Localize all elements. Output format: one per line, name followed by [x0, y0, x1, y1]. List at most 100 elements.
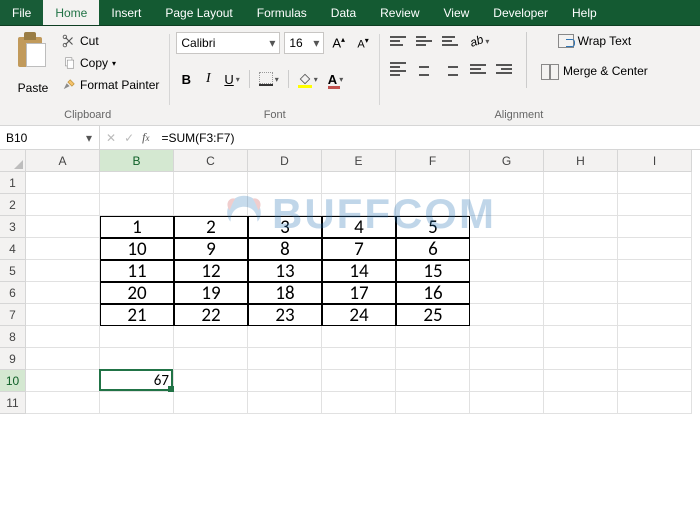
cell[interactable] — [618, 348, 692, 370]
cell[interactable] — [618, 370, 692, 392]
merge-center-button[interactable]: Merge & Center — [537, 60, 652, 82]
cell[interactable] — [100, 326, 174, 348]
tab-home[interactable]: Home — [43, 0, 99, 25]
row-header[interactable]: 2 — [0, 194, 26, 216]
decrease-indent-button[interactable] — [466, 58, 490, 80]
row-header[interactable]: 9 — [0, 348, 26, 370]
cell[interactable]: 22 — [174, 304, 248, 326]
cell[interactable] — [618, 172, 692, 194]
orientation-button[interactable]: ab ▾ — [466, 30, 493, 52]
cell[interactable]: 14 — [322, 260, 396, 282]
row-header[interactable]: 8 — [0, 326, 26, 348]
cell[interactable] — [174, 348, 248, 370]
tab-data[interactable]: Data — [319, 0, 368, 25]
row-header[interactable]: 11 — [0, 392, 26, 414]
cell[interactable] — [470, 282, 544, 304]
tab-help[interactable]: Help — [560, 0, 609, 25]
grow-font-button[interactable]: A▴ — [328, 32, 349, 54]
cell[interactable] — [470, 216, 544, 238]
cell[interactable] — [248, 392, 322, 414]
italic-button[interactable]: I — [198, 68, 218, 90]
formula-input[interactable] — [155, 126, 700, 149]
cell[interactable] — [544, 326, 618, 348]
cell[interactable] — [396, 392, 470, 414]
spreadsheet-grid[interactable]: ABCDEFGHI1231234541098765111213141562019… — [0, 150, 700, 414]
cell[interactable] — [322, 370, 396, 392]
cell[interactable] — [100, 194, 174, 216]
cell[interactable]: 16 — [396, 282, 470, 304]
cell[interactable] — [322, 172, 396, 194]
column-header[interactable]: C — [174, 150, 248, 172]
font-size-combo[interactable]: ▾ — [284, 32, 324, 54]
cell[interactable]: 13 — [248, 260, 322, 282]
cell[interactable]: 20 — [100, 282, 174, 304]
cell[interactable] — [322, 348, 396, 370]
cell[interactable] — [618, 282, 692, 304]
cell[interactable] — [618, 326, 692, 348]
tab-developer[interactable]: Developer — [481, 0, 560, 25]
cell[interactable] — [396, 194, 470, 216]
wrap-text-button[interactable]: Wrap Text — [537, 30, 652, 52]
row-header[interactable]: 3 — [0, 216, 26, 238]
cell[interactable]: 4 — [322, 216, 396, 238]
cell[interactable] — [26, 348, 100, 370]
align-center-button[interactable] — [412, 58, 436, 80]
cell[interactable] — [618, 194, 692, 216]
underline-button[interactable]: U ▾ — [220, 68, 243, 90]
cell[interactable] — [174, 194, 248, 216]
cell[interactable] — [322, 392, 396, 414]
cell[interactable] — [248, 172, 322, 194]
cell[interactable]: 25 — [396, 304, 470, 326]
tab-page-layout[interactable]: Page Layout — [153, 0, 244, 25]
column-header[interactable]: E — [322, 150, 396, 172]
cell[interactable] — [322, 194, 396, 216]
cell[interactable] — [544, 370, 618, 392]
cell[interactable] — [248, 326, 322, 348]
font-name-combo[interactable]: ▾ — [176, 32, 280, 54]
cell[interactable] — [100, 172, 174, 194]
cell[interactable]: 8 — [248, 238, 322, 260]
cell[interactable] — [544, 238, 618, 260]
cell[interactable]: 6 — [396, 238, 470, 260]
cell[interactable] — [26, 216, 100, 238]
cell[interactable]: 67 — [100, 370, 174, 392]
cell[interactable] — [618, 392, 692, 414]
select-all-corner[interactable] — [0, 150, 26, 172]
column-header[interactable]: A — [26, 150, 100, 172]
cell[interactable] — [174, 392, 248, 414]
cut-button[interactable]: Cut — [58, 30, 163, 52]
name-box-input[interactable] — [0, 131, 82, 145]
cell[interactable] — [544, 172, 618, 194]
cell[interactable] — [544, 260, 618, 282]
align-right-button[interactable] — [438, 58, 462, 80]
align-left-button[interactable] — [386, 58, 410, 80]
cell[interactable]: 11 — [100, 260, 174, 282]
cell[interactable] — [470, 370, 544, 392]
cell[interactable] — [26, 282, 100, 304]
cell[interactable] — [618, 260, 692, 282]
cell[interactable] — [26, 326, 100, 348]
cell[interactable] — [26, 238, 100, 260]
cell[interactable] — [618, 238, 692, 260]
cell[interactable] — [544, 194, 618, 216]
row-header[interactable]: 10 — [0, 370, 26, 392]
cell[interactable]: 2 — [174, 216, 248, 238]
row-header[interactable]: 1 — [0, 172, 26, 194]
format-painter-button[interactable]: Format Painter — [58, 74, 163, 96]
column-header[interactable]: F — [396, 150, 470, 172]
cell[interactable]: 7 — [322, 238, 396, 260]
cell[interactable] — [248, 348, 322, 370]
tab-view[interactable]: View — [432, 0, 482, 25]
bold-button[interactable]: B — [176, 68, 196, 90]
shrink-font-button[interactable]: A▾ — [353, 32, 373, 54]
cell[interactable] — [26, 392, 100, 414]
chevron-down-icon[interactable]: ▾ — [82, 131, 96, 145]
tab-insert[interactable]: Insert — [99, 0, 153, 25]
row-header[interactable]: 7 — [0, 304, 26, 326]
cell[interactable]: 5 — [396, 216, 470, 238]
copy-button[interactable]: Copy ▾ — [58, 52, 163, 74]
row-header[interactable]: 5 — [0, 260, 26, 282]
name-box[interactable]: ▾ — [0, 126, 100, 149]
tab-formulas[interactable]: Formulas — [245, 0, 319, 25]
cell[interactable] — [470, 348, 544, 370]
